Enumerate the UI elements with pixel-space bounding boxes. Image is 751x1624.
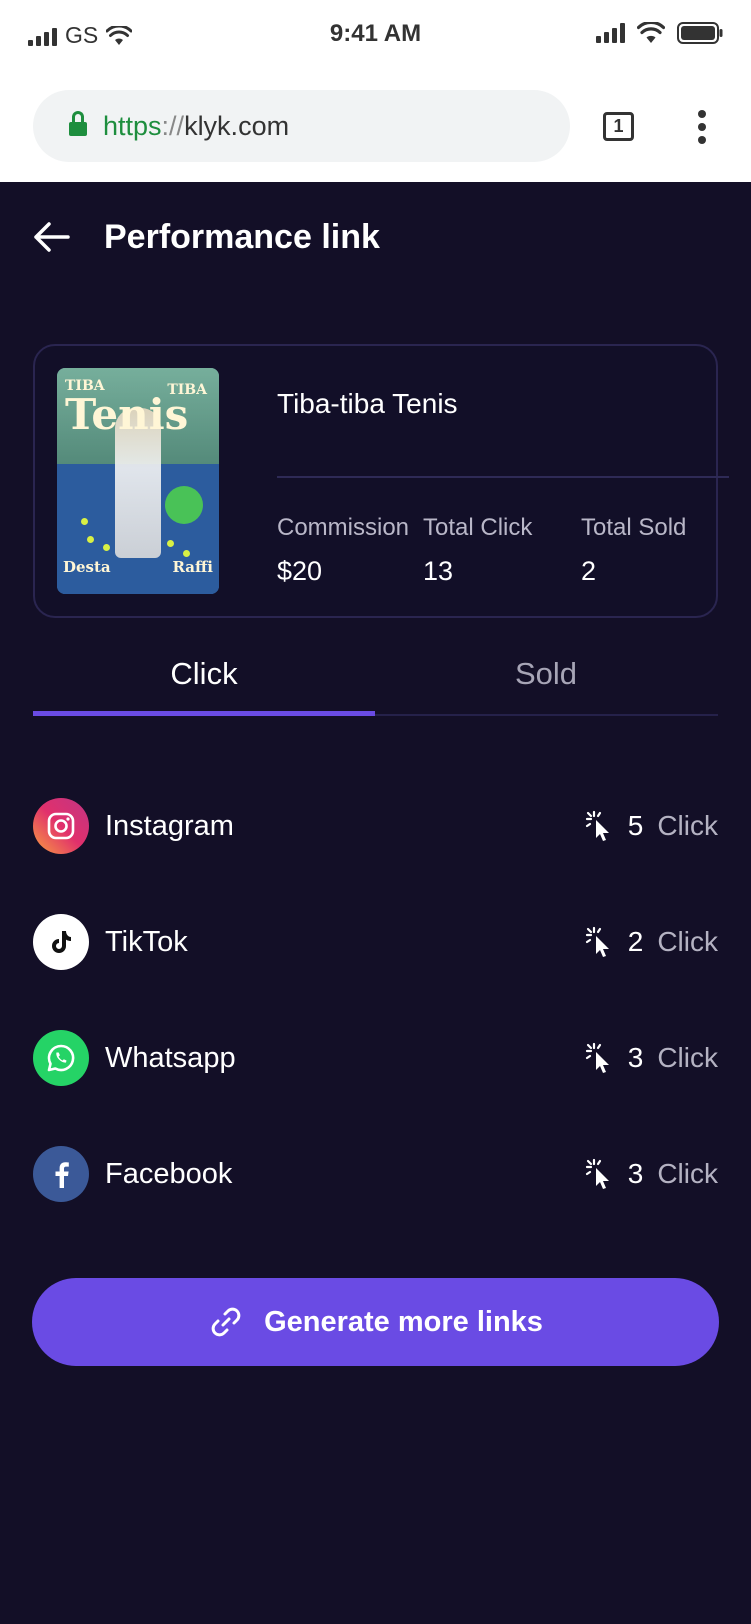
cellular-icon [596,23,625,43]
cursor-click-icon [585,810,609,841]
product-cover-image: TIBA TIBA Tenis Desta Raffi [57,368,219,594]
app-screen: Performance link TIBA TIBA Tenis Desta R… [0,182,751,1624]
tab-click[interactable]: Click [33,646,375,716]
tab-switcher-button[interactable]: 1 [603,112,634,141]
channel-clicks: 3 Click [584,1158,718,1190]
tiktok-icon [33,914,89,970]
click-unit: Click [657,810,718,841]
page-header: Performance link [0,182,751,292]
card-divider [277,476,729,478]
instagram-icon [33,798,89,854]
generate-more-links-button[interactable]: Generate more links [32,1278,719,1366]
channel-name: Facebook [105,1157,233,1190]
cover-title: Tenis [65,390,189,439]
wifi-icon [637,22,665,43]
channel-row-whatsapp[interactable]: Whatsapp 3 Click [33,1030,718,1086]
tab-bar: Click Sold [33,646,718,716]
click-count: 2 [627,926,644,957]
facebook-icon [33,1146,89,1202]
product-name: Tiba-tiba Tenis [277,388,458,419]
channel-row-facebook[interactable]: Facebook 3 Click [33,1146,718,1202]
stat-value: 13 [423,556,454,586]
channel-row-instagram[interactable]: Instagram 5 Click [33,798,718,854]
more-options-icon[interactable] [698,110,706,144]
click-count: 3 [627,1158,644,1189]
stat-total-sold: Total Sold 2 [581,514,686,587]
product-card: TIBA TIBA Tenis Desta Raffi Tiba-tiba Te… [33,344,729,618]
cursor-click-icon [585,1158,609,1189]
cursor-click-icon [585,1042,609,1073]
link-icon [211,1307,241,1337]
cover-names: Desta Raffi [63,558,213,576]
tab-sold[interactable]: Sold [375,646,717,716]
status-bar: GS 9:41 AM [0,0,751,70]
cover-name-right: Raffi [172,558,213,576]
click-unit: Click [657,1042,718,1073]
channel-name: TikTok [105,925,188,958]
stat-total-click: Total Click 13 [423,514,532,587]
stat-label: Total Sold [581,514,687,541]
lock-icon [69,111,87,140]
stat-value: $20 [277,556,323,586]
channel-row-tiktok[interactable]: TikTok 2 Click [33,914,718,970]
cta-label: Generate more links [264,1305,543,1338]
channel-clicks: 2 Click [584,926,718,958]
cover-name-left: Desta [63,558,111,576]
battery-icon [677,22,723,44]
url-scheme: https [103,110,162,141]
back-arrow-icon[interactable] [32,220,72,254]
stat-commission: Commission $20 [277,514,409,587]
channel-clicks: 3 Click [584,1042,718,1074]
click-count: 3 [627,1042,644,1073]
whatsapp-icon [33,1030,89,1086]
channel-name: Whatsapp [105,1041,236,1074]
channel-clicks: 5 Click [584,810,718,842]
status-right [596,22,723,44]
click-unit: Click [657,926,718,957]
stat-label: Total Click [423,514,533,541]
url-separator: :// [161,110,185,141]
stat-value: 2 [581,556,597,586]
page-title: Performance link [104,218,380,256]
cursor-click-icon [585,926,609,957]
click-count: 5 [627,810,644,841]
channel-name: Instagram [105,809,234,842]
browser-bar: https://klyk.com 1 [0,70,751,182]
url-host: klyk.com [184,110,290,141]
address-bar[interactable]: https://klyk.com [33,90,570,162]
stat-label: Commission [277,514,410,541]
click-unit: Click [657,1158,718,1189]
